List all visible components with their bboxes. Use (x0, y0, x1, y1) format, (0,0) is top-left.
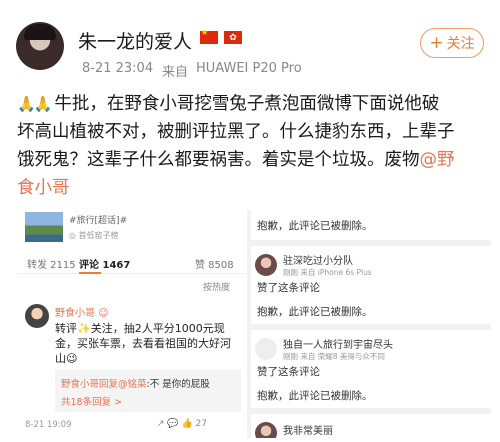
divider (251, 408, 491, 414)
tab-repost: 转发 2115 (27, 260, 76, 271)
hongkong-flag-icon (224, 31, 242, 44)
comment-actions: ↗ 💬 👍 27 (157, 419, 207, 429)
follow-button[interactable]: + 关注 (420, 28, 484, 58)
china-flag-icon (200, 28, 218, 44)
divider (251, 240, 491, 246)
user1-name: 驻深吃过小分队 (283, 256, 353, 267)
comment-time: 8-21 19:09 (25, 420, 72, 430)
topic-tag: #旅行[超话]# (69, 216, 128, 226)
post-time: 8-21 23:04 (82, 61, 154, 76)
comment-text-line-3: 山😉 (55, 352, 78, 365)
praying-hands-icon: 🙏🙏 (17, 95, 52, 113)
username[interactable]: 朱一龙的爱人 (78, 27, 192, 54)
user3-name: 我非常美丽 (283, 426, 333, 437)
divider (251, 324, 491, 330)
post-source-label: 来自 (162, 65, 189, 80)
post-body: 🙏🙏 牛批，在野食小哥挖雪兔子煮泡面微博下面说他破 坏高山植被不对，被删评拉黑了。… (17, 90, 487, 202)
deleted-comment-3: 抱歉，此评论已被删除。 (257, 390, 373, 402)
post-line-2: 坏高山植被不对，被删评拉黑了。什么捷豹东西，上辈子 (17, 122, 455, 142)
deleted-comment-2: 抱歉，此评论已被删除。 (257, 306, 373, 318)
post-device: HUAWEI P20 Pro (196, 61, 302, 76)
user2-name: 独自一人旅行到宇宙尽头 (283, 340, 393, 351)
attached-screenshot[interactable]: #旅行[超话]# ◎ 首低窑子榜 转发 2115 评论 1467 赞 8508 … (17, 210, 491, 438)
user1-meta: 刚刚 来自 iPhone 6s Plus (283, 268, 372, 277)
follow-label: 关注 (446, 36, 475, 52)
deleted-comment-1: 抱歉，此评论已被删除。 (257, 220, 373, 232)
tab-like: 赞 8508 (195, 260, 234, 271)
tab-comment: 评论 1467 (79, 260, 131, 271)
liked-comment-1: 赞了这条评论 (257, 282, 320, 294)
comment-tabs: 转发 2115 评论 1467 赞 8508 (17, 250, 247, 274)
comment-text-line-2: 金，买张车票，去看看祖国的大好河 (55, 337, 231, 350)
reply-line: 野食小哥回复@铭菜:不 是你的屁股 (61, 379, 210, 390)
screenshot-left-panel: #旅行[超话]# ◎ 首低窑子榜 转发 2115 评论 1467 赞 8508 … (17, 210, 247, 438)
more-replies-link: 共18条回复 > (61, 397, 123, 408)
liked-comment-2: 赞了这条评论 (257, 366, 320, 378)
mention-link-continued[interactable]: 食小哥 (17, 174, 487, 202)
mention-link[interactable]: @野 (420, 150, 455, 170)
screenshot-right-panel: 抱歉，此评论已被删除。 驻深吃过小分队 刚刚 来自 iPhone 6s Plus… (251, 210, 491, 438)
user2-avatar (255, 338, 277, 360)
user-avatar[interactable] (16, 22, 64, 70)
user3-avatar (255, 422, 277, 438)
plus-icon: + (429, 32, 444, 53)
thumbnail-image (25, 212, 63, 242)
user1-avatar (255, 254, 277, 276)
commenter-name: 野食小哥 ☺ (55, 308, 109, 319)
topic-source: ◎ 首低窑子榜 (69, 231, 119, 240)
user2-meta: 刚刚 来自 荣耀8 美得与众不同 (283, 352, 385, 361)
post-line-1: 🙏🙏 牛批，在野食小哥挖雪兔子煮泡面微博下面说他破 (17, 90, 487, 118)
reply-box: 野食小哥回复@铭菜:不 是你的屁股 共18条回复 > (55, 370, 241, 412)
comment-text-line-1: 转评✨关注，抽2人平分1000元现 (55, 322, 225, 335)
sort-label: 按热度 (203, 283, 231, 293)
post-header: 朱一龙的爱人 8-21 23:04 来自 HUAWEI P20 Pro + 关注 (0, 0, 500, 88)
active-tab-indicator (79, 272, 101, 274)
post-line-3: 饿死鬼？这辈子什么都要祸害。着实是个垃圾。废物@野 (17, 150, 455, 170)
commenter-avatar (25, 304, 49, 328)
